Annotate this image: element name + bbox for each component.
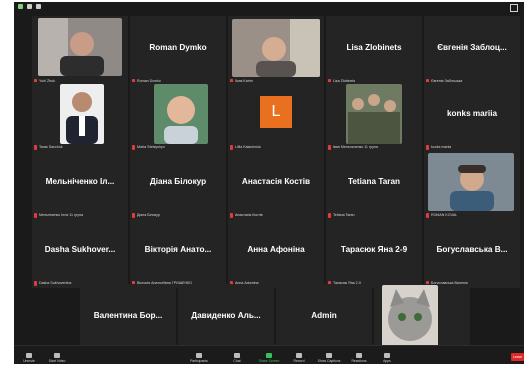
muted-mic-icon bbox=[426, 144, 429, 150]
participant-tile[interactable]: Dasha Sukhover... Dasha Sukhoverkha bbox=[32, 218, 128, 288]
participant-tile[interactable]: Marta Stetsyshyn bbox=[130, 82, 226, 152]
participant-tile[interactable]: Lisa Zlobinets Lisa Zlobinets bbox=[326, 16, 422, 86]
participant-name: Давиденко Аль... bbox=[191, 310, 261, 320]
participant-tile[interactable]: Ilyas Karim bbox=[228, 16, 324, 86]
chat-icon bbox=[234, 353, 240, 358]
participant-name: Dasha Sukhover... bbox=[44, 244, 116, 254]
muted-mic-icon bbox=[426, 212, 429, 218]
participant-name: Admin bbox=[311, 310, 337, 320]
muted-mic-icon bbox=[34, 212, 37, 218]
participant-video bbox=[232, 19, 320, 77]
participant-tile[interactable]: Іван Мельниченко 11 група bbox=[326, 82, 422, 152]
participant-name: Анна Афоніна bbox=[247, 244, 305, 254]
participant-tile[interactable]: Admin Admin bbox=[276, 284, 372, 354]
muted-mic-icon bbox=[328, 212, 331, 218]
participant-name: Анастасія Костів bbox=[241, 176, 311, 186]
participant-tile[interactable]: Анастасія Костів Анастасія Костів bbox=[228, 150, 324, 220]
participant-name: Roman Dymko bbox=[149, 42, 207, 52]
reactions-button[interactable]: Reactions bbox=[346, 353, 372, 363]
participants-button[interactable]: Participants bbox=[186, 353, 212, 363]
leave-button[interactable]: Leave bbox=[511, 353, 524, 361]
avatar: L bbox=[260, 96, 292, 128]
participant-name: Євгенія Заблоц... bbox=[437, 42, 507, 52]
participant-name: Діана Білокур bbox=[149, 176, 207, 186]
video-camera-icon bbox=[54, 353, 60, 358]
record-icon bbox=[296, 353, 302, 358]
participant-tile[interactable]: ROMAN KOVAL bbox=[424, 150, 520, 220]
muted-mic-icon bbox=[230, 212, 233, 218]
participant-video bbox=[154, 84, 208, 144]
participant-name: Lisa Zlobinets bbox=[346, 42, 402, 52]
show-captions-button[interactable]: Show Captions bbox=[316, 353, 342, 363]
view-toggle-icon[interactable] bbox=[510, 4, 518, 12]
apps-icon bbox=[384, 353, 390, 358]
participant-name: Валентина Бор... bbox=[93, 310, 163, 320]
participant-tile[interactable]: Богуславська В... Богуславська Валерія bbox=[424, 218, 520, 288]
participant-name: Богуславська В... bbox=[436, 244, 508, 254]
participant-tile[interactable]: Тарасюк Яна 2-9 Тарасюк Яна 2-9 bbox=[326, 218, 422, 288]
participants-icon bbox=[196, 353, 202, 358]
participant-tile[interactable]: Анна Афоніна Анна Афоніна bbox=[228, 218, 324, 288]
participant-video bbox=[346, 84, 402, 144]
unmute-button[interactable]: Unmute bbox=[16, 353, 42, 363]
microphone-icon bbox=[26, 353, 32, 358]
participant-tile[interactable]: Валентина Бор... Валентина Бородина bbox=[80, 284, 176, 354]
muted-mic-icon bbox=[34, 144, 37, 150]
participant-tile[interactable]: Вікторія Анато... Вікторія Анатоліївна Г… bbox=[130, 218, 226, 288]
participant-video bbox=[428, 153, 514, 211]
participant-name: Тарасюк Яна 2-9 bbox=[340, 244, 408, 254]
record-button[interactable]: Record bbox=[286, 353, 312, 363]
window-controls[interactable] bbox=[18, 4, 41, 9]
participant-tile[interactable]: Roman Dymko Roman Dymko bbox=[130, 16, 226, 86]
chat-button[interactable]: Chat bbox=[224, 353, 250, 363]
participant-video bbox=[60, 84, 104, 144]
share-screen-icon bbox=[266, 353, 272, 358]
participant-name: Мельніченко Іл... bbox=[45, 176, 115, 186]
participant-tile[interactable]: Євгенія Заблоц... Євгенія Заблоцька bbox=[424, 16, 520, 86]
participant-label: Dasha Sukhoverkha bbox=[34, 280, 71, 286]
participant-tile[interactable]: L Lillia Kalachniuk bbox=[228, 82, 324, 152]
participant-video bbox=[38, 18, 122, 76]
meeting-toolbar: Unmute Start Video Participants Chat Sha… bbox=[14, 345, 524, 364]
meeting-window: Yurii Zhuk Roman Dymko Roman Dymko Ilyas… bbox=[14, 2, 524, 364]
start-video-button[interactable]: Start Video bbox=[44, 353, 70, 363]
captions-icon bbox=[326, 353, 332, 358]
participant-tile[interactable]: Діана Білокур Діана Білокур bbox=[130, 150, 226, 220]
participant-tile[interactable]: Yurii Zhuk bbox=[32, 16, 128, 86]
muted-mic-icon bbox=[230, 144, 233, 150]
muted-mic-icon bbox=[34, 280, 37, 286]
reactions-icon bbox=[356, 353, 362, 358]
muted-mic-icon bbox=[132, 144, 135, 150]
participant-tile[interactable]: Tetiana Taran Tetiana Taran bbox=[326, 150, 422, 220]
participant-name: Tetiana Taran bbox=[347, 176, 401, 186]
participant-name: Вікторія Анато... bbox=[144, 244, 212, 254]
participant-tile[interactable]: Мельніченко Іл... Мельніченко Ілля 11 гр… bbox=[32, 150, 128, 220]
participant-tile[interactable]: Olha Vasyunyk bbox=[374, 284, 470, 354]
participant-video bbox=[382, 285, 438, 347]
participant-tile[interactable]: Taras Savchuk bbox=[32, 82, 128, 152]
participant-name: konks mariia bbox=[446, 108, 498, 118]
muted-mic-icon bbox=[132, 212, 135, 218]
share-screen-button[interactable]: Share Screen bbox=[256, 353, 282, 363]
participant-tile[interactable]: konks mariia konks mariia bbox=[424, 82, 520, 152]
muted-mic-icon bbox=[328, 144, 331, 150]
apps-button[interactable]: Apps bbox=[374, 353, 400, 363]
participant-tile[interactable]: Давиденко Аль... Давиденко Альона bbox=[178, 284, 274, 354]
